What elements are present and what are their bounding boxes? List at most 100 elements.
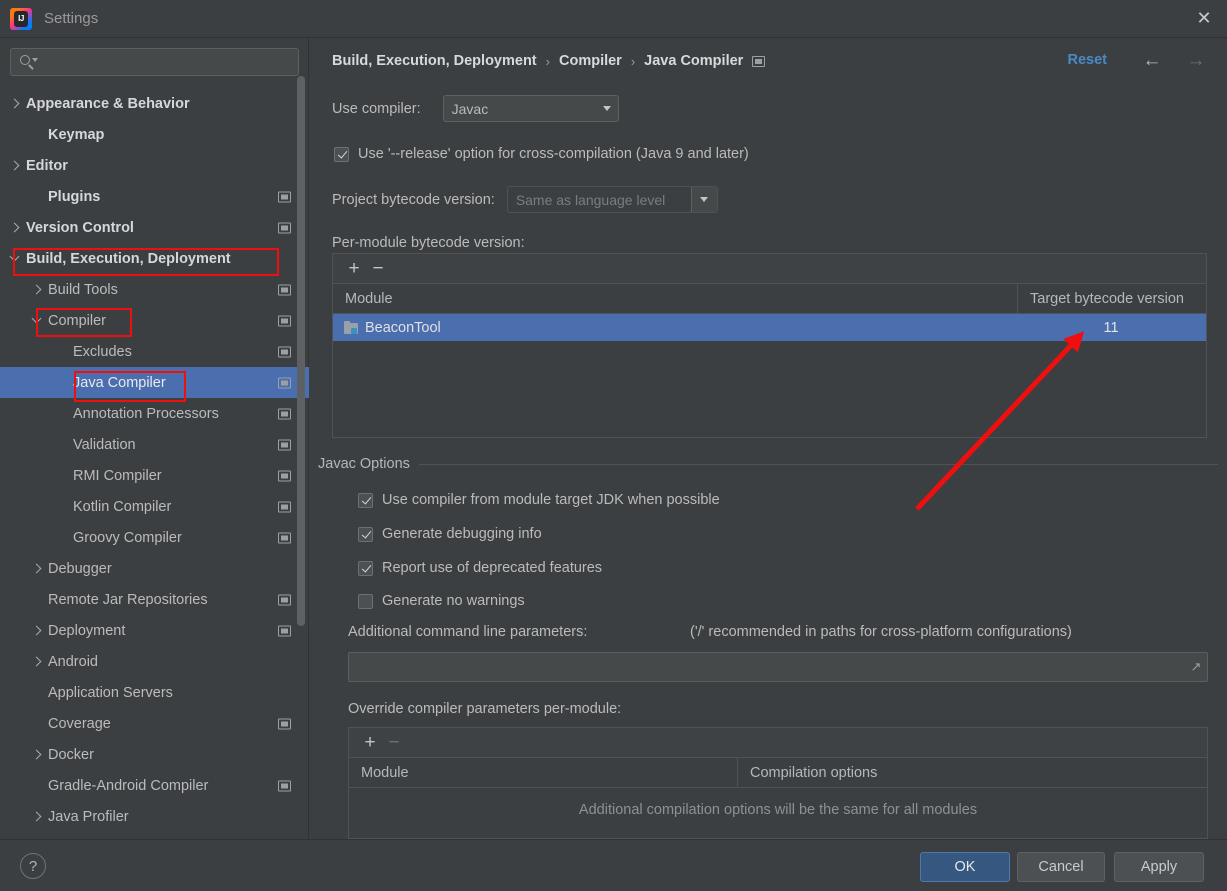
checkbox-indicator[interactable] xyxy=(358,560,373,576)
sidebar-item-label: Keymap xyxy=(48,126,105,143)
window-titlebar: IJ Settings ✕ xyxy=(0,0,1227,38)
column-header-module[interactable]: Module xyxy=(349,765,737,781)
chevron-right-icon[interactable] xyxy=(30,283,44,297)
table-row[interactable]: BeaconTool 11 xyxy=(333,314,1206,341)
sidebar-item-compiler[interactable]: Compiler xyxy=(0,305,309,336)
search-input[interactable] xyxy=(37,54,298,70)
use-compiler-select[interactable]: Javac xyxy=(442,95,619,122)
sidebar-item-plugins[interactable]: Plugins xyxy=(0,181,309,212)
override-table[interactable]: + − Module Compilation options Additiona… xyxy=(348,727,1208,839)
settings-tree[interactable]: Appearance & Behavior Keymap Editor Plugins… xyxy=(0,88,309,839)
arrow-right-icon[interactable]: → xyxy=(1183,50,1209,72)
checkbox-indicator[interactable] xyxy=(334,146,349,162)
sidebar-item-docker[interactable]: Docker xyxy=(0,739,309,770)
chevron-right-icon[interactable] xyxy=(8,159,22,173)
sidebar-item-annotation-processors[interactable]: Annotation Processors xyxy=(0,398,309,429)
cancel-button[interactable]: Cancel xyxy=(1017,852,1105,882)
checkbox-indicator[interactable] xyxy=(358,593,373,609)
javac-option-label: Report use of deprecated features xyxy=(382,560,603,576)
add-module-button[interactable]: + xyxy=(345,259,363,278)
column-header-module[interactable]: Module xyxy=(333,291,1017,307)
bytecode-table[interactable]: + − Module Target bytecode version Beaco… xyxy=(332,253,1207,438)
sidebar-item-remote-jar-repositories[interactable]: Remote Jar Repositories xyxy=(0,584,309,615)
sidebar-item-version-control[interactable]: Version Control xyxy=(0,212,309,243)
checkbox-indicator[interactable] xyxy=(358,492,373,508)
use-compiler-label: Use compiler: xyxy=(332,100,421,117)
project-scope-icon xyxy=(278,594,291,605)
chevron-right-icon[interactable] xyxy=(30,655,44,669)
sidebar-item-coverage[interactable]: Coverage xyxy=(0,708,309,739)
arrow-left-icon[interactable]: ← xyxy=(1139,50,1165,72)
sidebar-item-excludes[interactable]: Excludes xyxy=(0,336,309,367)
close-icon[interactable]: ✕ xyxy=(1181,0,1227,37)
chevron-down-icon[interactable] xyxy=(30,314,44,328)
sidebar-item-editor[interactable]: Editor xyxy=(0,150,309,181)
checkbox-indicator[interactable] xyxy=(358,526,373,542)
sidebar-item-android[interactable]: Android xyxy=(0,646,309,677)
sidebar-item-validation[interactable]: Validation xyxy=(0,429,309,460)
add-override-button[interactable]: + xyxy=(361,733,379,752)
additional-params-field[interactable]: ↗ xyxy=(348,652,1208,682)
sidebar-item-rmi-compiler[interactable]: RMI Compiler xyxy=(0,460,309,491)
javac-option-generate-no-warnings[interactable]: Generate no warnings xyxy=(358,593,525,609)
sidebar-item-build-tools[interactable]: Build Tools xyxy=(0,274,309,305)
module-name-cell: BeaconTool xyxy=(365,319,441,336)
chevron-right-icon[interactable] xyxy=(30,748,44,762)
sidebar-item-appearance-behavior[interactable]: Appearance & Behavior xyxy=(0,88,309,119)
sidebar-item-label: Java Profiler xyxy=(48,808,129,825)
override-table-empty-message: Additional compilation options will be t… xyxy=(578,802,978,818)
override-table-toolbar: + − xyxy=(349,728,1207,758)
column-header-target-bytecode-version[interactable]: Target bytecode version xyxy=(1017,283,1206,314)
sidebar-item-label: RMI Compiler xyxy=(73,467,162,484)
use-release-option-checkbox[interactable]: Use '--release' option for cross-compila… xyxy=(334,146,749,162)
sidebar-item-groovy-compiler[interactable]: Groovy Compiler xyxy=(0,522,309,553)
target-bytecode-cell[interactable]: 11 xyxy=(1016,320,1206,336)
sidebar-item-label: Appearance & Behavior xyxy=(26,95,190,112)
sidebar-scrollbar[interactable] xyxy=(297,76,305,626)
remove-module-button[interactable]: − xyxy=(369,259,387,278)
chevron-right-icon[interactable] xyxy=(30,562,44,576)
chevron-right-icon[interactable] xyxy=(30,810,44,824)
help-button[interactable]: ? xyxy=(20,853,46,879)
sidebar-item-gradle-android-compiler[interactable]: Gradle-Android Compiler xyxy=(0,770,309,801)
chevron-down-icon[interactable] xyxy=(8,252,22,266)
sidebar-item-build-execution-deployment[interactable]: Build, Execution, Deployment xyxy=(0,243,309,274)
chevron-right-icon[interactable] xyxy=(8,221,22,235)
sidebar-item-application-servers[interactable]: Application Servers xyxy=(0,677,309,708)
search-box[interactable] xyxy=(10,48,299,76)
project-bytecode-select[interactable]: Same as language level xyxy=(506,186,718,213)
sidebar-item-deployment[interactable]: Deployment xyxy=(0,615,309,646)
project-scope-icon xyxy=(278,532,291,543)
sidebar-item-keymap[interactable]: Keymap xyxy=(0,119,309,150)
chevron-right-icon[interactable] xyxy=(8,97,22,111)
expand-field-icon[interactable]: ↗ xyxy=(1185,659,1207,675)
search-icon xyxy=(19,53,38,71)
chevron-down-icon xyxy=(596,106,618,111)
ok-button[interactable]: OK xyxy=(920,852,1010,882)
breadcrumb-item-1[interactable]: Compiler xyxy=(559,53,622,69)
javac-option-label: Generate debugging info xyxy=(382,526,542,542)
dialog-footer: ? OK Cancel Apply xyxy=(0,839,1227,891)
sidebar-item-label: Deployment xyxy=(48,622,126,639)
sidebar-item-java-compiler[interactable]: Java Compiler xyxy=(0,367,309,398)
group-divider xyxy=(418,463,1218,465)
javac-option-generate-debugging-info[interactable]: Generate debugging info xyxy=(358,526,542,542)
additional-params-input[interactable] xyxy=(349,659,1185,675)
project-scope-icon xyxy=(278,284,291,295)
apply-button[interactable]: Apply xyxy=(1114,852,1204,882)
chevron-right-icon[interactable] xyxy=(30,624,44,638)
sidebar-item-label: Annotation Processors xyxy=(73,405,219,422)
reset-link[interactable]: Reset xyxy=(1068,52,1108,68)
sidebar-item-kotlin-compiler[interactable]: Kotlin Compiler xyxy=(0,491,309,522)
sidebar-item-debugger[interactable]: Debugger xyxy=(0,553,309,584)
javac-option-use-module-jdk[interactable]: Use compiler from module target JDK when… xyxy=(358,492,720,508)
javac-option-report-deprecated[interactable]: Report use of deprecated features xyxy=(358,560,602,576)
column-header-compilation-options[interactable]: Compilation options xyxy=(737,757,1207,788)
sidebar-item-label: Compiler xyxy=(48,312,107,329)
sidebar-item-java-profiler[interactable]: Java Profiler xyxy=(0,801,309,832)
breadcrumb-item-0[interactable]: Build, Execution, Deployment xyxy=(332,53,537,69)
